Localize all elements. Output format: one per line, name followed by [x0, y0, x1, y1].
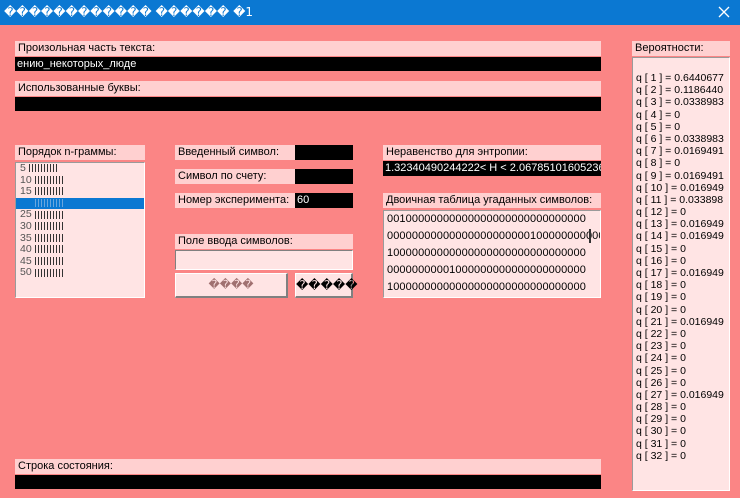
ngram-option[interactable]: 50: [16, 267, 144, 279]
ngram-option-value: 25: [20, 208, 32, 221]
bars-icon: [34, 175, 65, 184]
binary-row: 10000000000000000000000000000000: [387, 281, 586, 293]
ngram-option-value: 20: [20, 196, 32, 209]
probability-item: q [ 25 ] = 0: [636, 364, 686, 377]
bars-icon: [34, 233, 65, 242]
used-letters-field: [15, 97, 601, 111]
symbol-input[interactable]: [175, 250, 353, 270]
ngram-order-label: Порядок n-граммы:: [15, 145, 145, 160]
binary-table[interactable]: 00100000000000000000000000000000 00000000…: [383, 210, 601, 298]
probability-item: q [ 1 ] = 0.6440677: [636, 72, 724, 84]
symbol-count-label: Символ по счету:: [175, 169, 295, 184]
probability-item: q [ 9 ] = 0.0169491: [636, 169, 724, 182]
probability-item: q [ 19 ] = 0: [636, 291, 686, 304]
probability-item: q [ 14 ] = 0.016949: [636, 230, 724, 243]
ngram-option[interactable]: 35: [16, 231, 144, 245]
ngram-option[interactable]: 40: [16, 243, 144, 256]
entered-symbol-label: Введенный символ:: [175, 145, 295, 160]
bars-icon: [34, 268, 65, 277]
probability-item: q [ 20 ] = 0: [636, 303, 686, 316]
probability-item: q [ 16 ] = 0: [636, 254, 686, 267]
bars-icon: [34, 222, 65, 231]
binary-row: 00100000000000000000000000000000: [387, 213, 586, 225]
probabilities-list[interactable]: q [ 1 ] = 0.6440677 q [ 2 ] = 0.1186440 q …: [632, 57, 730, 491]
probability-item: q [ 28 ] = 0: [636, 401, 686, 414]
binary-row: 10000000000000000000000000000000: [387, 247, 586, 259]
probability-item: q [ 29 ] = 0: [636, 413, 686, 426]
probability-item: q [ 22 ] = 0: [636, 327, 686, 340]
title-bar: ������������ ������ �1: [0, 0, 740, 25]
binary-row: 00000000001000000000000000000000: [387, 264, 586, 276]
bars-icon: [34, 199, 65, 207]
probability-item: q [ 27 ] = 0.016949: [636, 388, 724, 401]
ngram-option-value: 45: [20, 254, 32, 267]
input-field-label: Поле ввода символов:: [175, 234, 353, 249]
bars-icon: [28, 164, 59, 173]
probability-item: q [ 26 ] = 0: [636, 376, 686, 389]
bars-icon: [34, 187, 65, 196]
probability-item: q [ 30 ] = 0: [636, 425, 686, 438]
binary-row: 01000000000000000000000000000000: [384, 296, 600, 297]
symbol-count-field: [295, 169, 353, 184]
text-section-label: Произольная часть текста:: [15, 41, 601, 56]
ngram-option[interactable]: 30: [16, 219, 144, 233]
probability-item: q [ 13 ] = 0.016949: [636, 218, 724, 231]
right-action-button[interactable]: �����: [295, 273, 358, 298]
probability-item: q [ 23 ] = 0: [636, 340, 686, 353]
text-caret: [589, 229, 591, 243]
bars-icon: [34, 210, 65, 219]
probability-item: q [ 12 ] = 0: [636, 206, 686, 219]
probability-item: q [ 3 ] = 0.0338983: [636, 96, 724, 109]
ngram-option[interactable]: 20: [16, 196, 144, 210]
ngram-option-value: 15: [20, 185, 32, 198]
binary-row: 00000000000000000000000100000000000: [387, 230, 601, 242]
probability-item: q [ 6 ] = 0.0338983: [636, 132, 724, 145]
ngram-order-list[interactable]: 5 10 15 20 25 30 35 40 45 50: [15, 162, 145, 298]
left-action-button[interactable]: ����: [175, 273, 288, 298]
probability-item: q [ 2 ] = 0.1186440: [636, 84, 724, 97]
binary-table-label: Двоичная таблица угаданных символов:: [383, 193, 601, 208]
entropy-label: Неравенство для энтропии:: [383, 145, 601, 160]
probability-item: q [ 18 ] = 0: [636, 279, 686, 292]
close-button[interactable]: [708, 0, 740, 25]
close-icon: [718, 6, 730, 18]
status-label: Строка состояния:: [15, 459, 601, 474]
probability-item: q [ 4 ] = 0: [636, 108, 681, 121]
probability-item: q [ 10 ] = 0.016949: [636, 181, 724, 194]
bars-icon: [34, 256, 65, 265]
probability-item: q [ 31 ] = 0: [636, 437, 686, 450]
probability-item: q [ 32 ] = 0: [636, 449, 686, 462]
status-field: [15, 475, 601, 489]
probability-item: q [ 15 ] = 0: [636, 242, 686, 255]
text-section-field: ению_некоторых_люде: [15, 57, 601, 71]
used-letters-label: Использованные буквы:: [15, 81, 601, 96]
ngram-option[interactable]: 5: [16, 163, 144, 175]
ngram-option-value: 30: [20, 219, 32, 232]
ngram-option[interactable]: 45: [16, 254, 144, 268]
ngram-option-value: 10: [20, 173, 32, 186]
probability-item: q [ 17 ] = 0.016949: [636, 267, 724, 279]
ngram-option[interactable]: 10: [16, 173, 144, 187]
probability-item: q [ 24 ] = 0: [636, 352, 686, 365]
experiment-number-label: Номер эксперимента:: [175, 193, 295, 208]
ngram-option-value: 40: [20, 243, 32, 256]
bars-icon: [34, 245, 65, 254]
ngram-option[interactable]: 15: [16, 185, 144, 198]
probability-item: q [ 8 ] = 0: [636, 157, 681, 170]
probability-item: q [ 11 ] = 0.033898: [636, 193, 724, 206]
window-title: ������������ ������ �1: [4, 5, 254, 19]
ngram-option-value: 35: [20, 231, 32, 244]
ngram-option-value: 50: [20, 266, 32, 279]
entered-symbol-field: [295, 145, 353, 160]
probability-item: q [ 7 ] = 0.0169491: [636, 145, 724, 158]
ngram-option-value: 5: [20, 162, 26, 174]
probability-item: q [ 5 ] = 0: [636, 120, 681, 133]
entropy-value: 1.32340490244222< H < 2.06785101605236: [383, 161, 601, 176]
experiment-number-field: 60: [295, 193, 353, 208]
probability-item: q [ 21 ] = 0.016949: [636, 315, 724, 328]
ngram-option[interactable]: 25: [16, 209, 144, 221]
probabilities-label: Вероятности:: [632, 41, 730, 56]
